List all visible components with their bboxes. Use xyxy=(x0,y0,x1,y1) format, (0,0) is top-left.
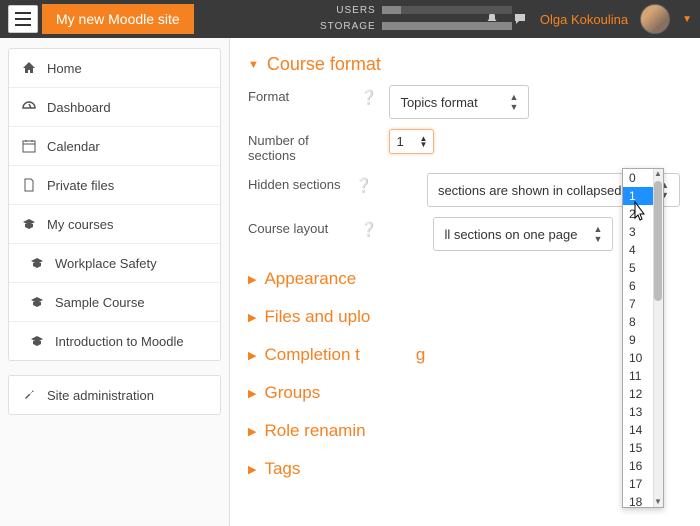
usage-stats: USERS STORAGE xyxy=(320,2,512,34)
num-sections-dropdown[interactable]: 012345678910111213141516171819 ▲ ▼ xyxy=(622,168,664,508)
row-num-sections: Number of sections ❔ 1 ▲▼ xyxy=(248,129,680,163)
select-format[interactable]: Topics format ▲▼ xyxy=(389,85,529,119)
graduation-icon xyxy=(29,255,45,271)
calendar-icon xyxy=(21,138,37,154)
sidebar-item-label: Introduction to Moodle xyxy=(55,334,184,349)
sidebar-item-courses[interactable]: My courses xyxy=(9,205,220,244)
sidebar-item-label: Private files xyxy=(47,178,114,193)
help-icon[interactable]: ❔ xyxy=(360,89,377,106)
chevron-right-icon: ▶ xyxy=(248,425,256,438)
help-icon[interactable]: ❔ xyxy=(360,221,377,238)
topbar: My new Moodle site USERS STORAGE Olga Ko… xyxy=(0,0,700,38)
section-appearance[interactable]: ▶ Appearance xyxy=(248,269,680,289)
section-files[interactable]: ▶ Files and uplo xyxy=(248,307,680,327)
sidebar-item-admin[interactable]: Site administration xyxy=(9,376,220,414)
sidebar-item-home[interactable]: Home xyxy=(9,49,220,88)
chevron-right-icon: ▶ xyxy=(248,349,256,362)
home-icon xyxy=(21,60,37,76)
scrollbar-track[interactable]: ▲ ▼ xyxy=(653,169,663,507)
chevron-right-icon: ▶ xyxy=(248,463,256,476)
sidebar-item-sample-course[interactable]: Sample Course xyxy=(9,283,220,322)
label-format: Format xyxy=(248,85,348,104)
hamburger-icon xyxy=(15,12,31,26)
section-title: Completion t xyxy=(264,345,359,365)
user-menu-caret[interactable]: ▼ xyxy=(682,14,692,25)
sidebar-item-files[interactable]: Private files xyxy=(9,166,220,205)
graduation-icon xyxy=(29,333,45,349)
scroll-up-icon[interactable]: ▲ xyxy=(653,169,663,179)
site-brand[interactable]: My new Moodle site xyxy=(42,4,194,34)
updown-icon: ▲▼ xyxy=(510,92,519,112)
sidebar-item-dashboard[interactable]: Dashboard xyxy=(9,88,220,127)
section-course-format[interactable]: ▼ Course format xyxy=(248,54,680,75)
label-num-sections: Number of sections xyxy=(248,129,348,163)
graduation-icon xyxy=(29,294,45,310)
sidebar-item-label: Home xyxy=(47,61,82,76)
graduation-icon xyxy=(21,216,37,232)
sidebar-item-label: My courses xyxy=(47,217,113,232)
chevron-right-icon: ▶ xyxy=(248,387,256,400)
section-tags[interactable]: ▶ Tags xyxy=(248,459,680,479)
section-title: Appearance xyxy=(264,269,356,289)
select-value: Topics format xyxy=(400,95,477,110)
main-content: ▼ Course format Format ❔ Topics format ▲… xyxy=(230,38,700,526)
select-num-sections[interactable]: 1 ▲▼ xyxy=(389,129,434,154)
users-bar xyxy=(382,6,512,14)
section-completion[interactable]: ▶ Completion t g xyxy=(248,345,680,365)
menu-toggle-button[interactable] xyxy=(8,5,38,33)
section-role-renaming[interactable]: ▶ Role renamin xyxy=(248,421,680,441)
sidebar-item-intro-moodle[interactable]: Introduction to Moodle xyxy=(9,322,220,360)
scrollbar-thumb[interactable] xyxy=(654,181,662,301)
sidebar: Home Dashboard Calendar Private files My… xyxy=(0,38,230,526)
select-value: 1 xyxy=(396,134,403,149)
section-title: Files and uplo xyxy=(264,307,370,327)
section-title: Tags xyxy=(264,459,300,479)
updown-icon: ▲▼ xyxy=(594,224,603,244)
section-title: Role renamin xyxy=(264,421,365,441)
select-value: ll sections on one page xyxy=(444,227,577,242)
sidebar-item-label: Sample Course xyxy=(55,295,145,310)
sidebar-item-label: Dashboard xyxy=(47,100,111,115)
user-name[interactable]: Olga Kokoulina xyxy=(540,12,628,27)
select-value: sections are shown in collapsed form xyxy=(438,183,651,198)
users-label: USERS xyxy=(336,5,375,16)
sidebar-item-workplace-safety[interactable]: Workplace Safety xyxy=(9,244,220,283)
row-format: Format ❔ Topics format ▲▼ xyxy=(248,85,680,119)
label-course-layout: Course layout xyxy=(248,217,348,236)
select-course-layout[interactable]: ll sections on one page ▲▼ xyxy=(433,217,613,251)
updown-icon: ▲▼ xyxy=(420,136,428,148)
sidebar-item-calendar[interactable]: Calendar xyxy=(9,127,220,166)
storage-bar xyxy=(382,22,512,30)
sidebar-item-label: Calendar xyxy=(47,139,100,154)
section-groups[interactable]: ▶ Groups xyxy=(248,383,680,403)
avatar[interactable] xyxy=(640,4,670,34)
section-title: Groups xyxy=(264,383,320,403)
sidebar-item-label: Site administration xyxy=(47,388,154,403)
row-course-layout: Course layout ❔ ll sections on one page … xyxy=(248,217,680,251)
chevron-right-icon: ▶ xyxy=(248,311,256,324)
section-title: Course format xyxy=(267,54,381,75)
chat-icon[interactable] xyxy=(512,11,528,27)
chevron-right-icon: ▶ xyxy=(248,273,256,286)
label-hidden-sections: Hidden sections xyxy=(248,173,343,192)
dashboard-icon xyxy=(21,99,37,115)
help-icon[interactable]: ❔ xyxy=(355,177,372,194)
storage-label: STORAGE xyxy=(320,21,376,32)
row-hidden-sections: Hidden sections ❔ sections are shown in … xyxy=(248,173,680,207)
section-title-suffix: g xyxy=(416,345,425,365)
wrench-icon xyxy=(21,387,37,403)
scroll-down-icon[interactable]: ▼ xyxy=(653,497,663,507)
file-icon xyxy=(21,177,37,193)
chevron-down-icon: ▼ xyxy=(248,59,259,71)
sidebar-item-label: Workplace Safety xyxy=(55,256,157,271)
